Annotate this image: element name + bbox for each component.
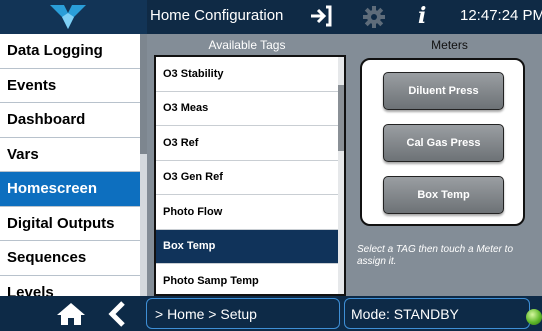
meter-button-3[interactable]: Box Temp: [383, 176, 504, 214]
meters-header: Meters: [431, 38, 468, 52]
sidebar-item-levels[interactable]: Levels: [0, 276, 147, 296]
clock: 12:47:24 PM: [460, 7, 542, 24]
status-led-icon: [526, 309, 542, 325]
teledyne-logo-icon: [50, 5, 86, 29]
meter-button-2[interactable]: Cal Gas Press: [383, 124, 504, 162]
tag-item[interactable]: O3 Gen Ref: [156, 161, 344, 195]
tag-item[interactable]: O3 Meas: [156, 92, 344, 126]
exit-icon[interactable]: [309, 5, 333, 32]
sidebar-item-dashboard[interactable]: Dashboard: [0, 103, 147, 138]
meter-button-1[interactable]: Diluent Press: [383, 72, 504, 110]
sidebar-item-data-logging[interactable]: Data Logging: [0, 34, 147, 69]
tag-item[interactable]: O3 Stability: [156, 57, 344, 92]
tag-item[interactable]: Photo Flow: [156, 195, 344, 230]
instruction-text: Select a TAG then touch a Meter to assig…: [357, 244, 514, 267]
sidebar-item-homescreen[interactable]: Homescreen: [0, 172, 147, 207]
tag-list-scroll-thumb[interactable]: [338, 85, 344, 151]
chevron-left-icon[interactable]: [107, 301, 127, 331]
sidebar-item-vars[interactable]: Vars: [0, 138, 147, 172]
sidebar-item-events[interactable]: Events: [0, 69, 147, 103]
home-icon[interactable]: [56, 302, 86, 331]
page-title: Home Configuration: [150, 7, 284, 24]
tag-list: O3 Stability O3 Meas O3 Ref O3 Gen Ref P…: [154, 55, 346, 296]
sidebar-scrollbar[interactable]: [140, 34, 147, 296]
sidebar-item-digital-outputs[interactable]: Digital Outputs: [0, 207, 147, 241]
tag-item-selected[interactable]: Box Temp: [156, 229, 344, 264]
meters-panel: Diluent Press Cal Gas Press Box Temp: [360, 58, 525, 226]
gear-icon[interactable]: [363, 6, 385, 33]
main-panel: Available Tags Meters O3 Stability O3 Me…: [147, 34, 542, 296]
breadcrumb: > Home > Setup: [146, 298, 340, 329]
tag-item[interactable]: Photo Samp Temp: [156, 264, 344, 294]
sidebar: Data Logging Events Dashboard Vars Homes…: [0, 34, 147, 296]
tag-list-scrollbar[interactable]: [338, 57, 344, 294]
info-icon[interactable]: i: [418, 3, 426, 29]
tag-item[interactable]: O3 Ref: [156, 126, 344, 161]
sidebar-scroll-thumb[interactable]: [140, 34, 147, 154]
bottom-bar: > Home > Setup Mode: STANDBY: [0, 296, 542, 331]
top-bar: Home Configuration i 12:47:24 PM: [0, 0, 542, 34]
available-tags-header: Available Tags: [208, 38, 286, 52]
sidebar-item-sequences[interactable]: Sequences: [0, 241, 147, 276]
teledyne-logo: [0, 0, 147, 34]
mode-status: Mode: STANDBY: [344, 298, 530, 329]
